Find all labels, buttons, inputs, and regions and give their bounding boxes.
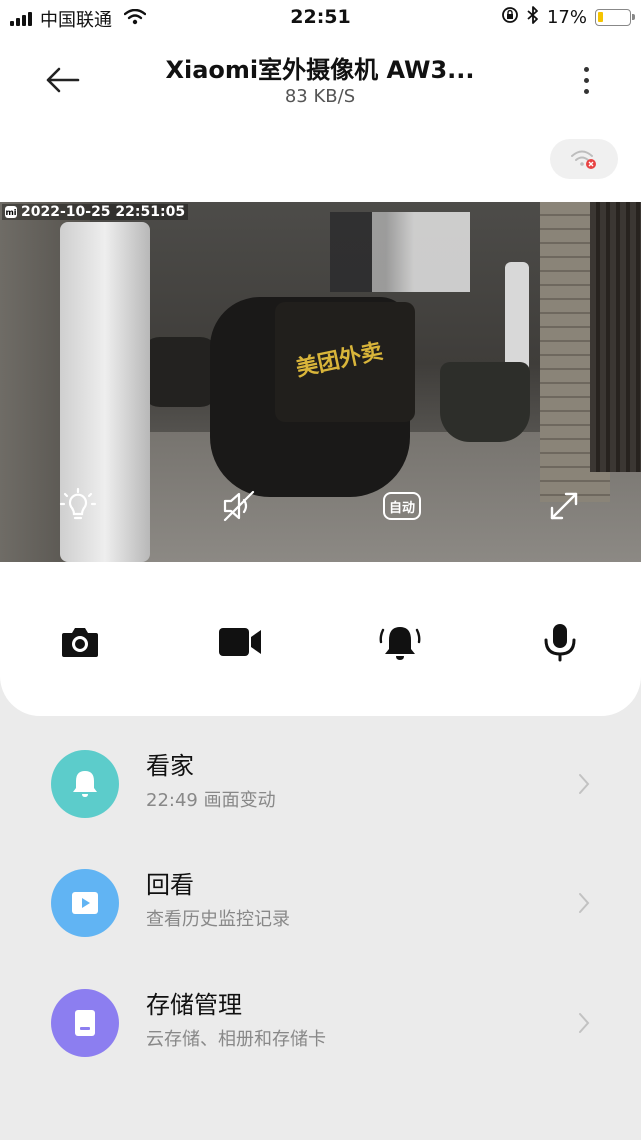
list-item-title: 回看 (146, 871, 194, 899)
storage-icon (75, 1010, 95, 1036)
fullscreen-button[interactable] (540, 482, 588, 530)
arrow-left-icon (46, 67, 80, 93)
lightbulb-icon (59, 487, 97, 520)
home-watch-badge (51, 750, 119, 818)
status-bar: 中国联通 22:51 17% (0, 0, 641, 38)
camera-icon (62, 628, 98, 657)
auto-mode-button[interactable]: 自动 (378, 482, 426, 530)
storage-badge (51, 989, 119, 1057)
more-vertical-icon (583, 66, 589, 72)
video-record-icon (219, 628, 261, 656)
delivery-box: 美团外卖 (275, 302, 415, 422)
top-panel: 中国联通 22:51 17% Xiaomi室外摄像机 AW3... 83 KB/… (0, 0, 641, 716)
snapshot-button[interactable] (50, 612, 110, 672)
record-button[interactable] (210, 612, 270, 672)
mi-logo-icon: mi (5, 206, 17, 218)
talk-button[interactable] (530, 612, 590, 672)
back-button[interactable] (40, 60, 84, 100)
bell-icon (73, 771, 97, 797)
fullscreen-icon (550, 492, 578, 520)
battery-percent: 17% (546, 7, 587, 28)
device-title: Xiaomi室外摄像机 AW3... (165, 56, 475, 84)
delivery-box-text: 美团外卖 (293, 339, 386, 382)
more-options-button[interactable] (574, 60, 598, 100)
wifi-error-icon (571, 150, 596, 169)
orientation-lock-icon (501, 6, 519, 29)
list-item-subtitle: 云存储、相册和存储卡 (146, 1029, 326, 1050)
chevron-right-icon (572, 1011, 596, 1035)
play-icon (72, 892, 98, 914)
list-item-title: 存储管理 (146, 991, 242, 1019)
alarm-bell-icon (379, 627, 421, 660)
bluetooth-icon (527, 6, 539, 29)
mute-icon (223, 490, 255, 522)
chevron-right-icon (572, 772, 596, 796)
list-item-subtitle: 查看历史监控记录 (146, 909, 290, 930)
microphone-icon (544, 624, 576, 662)
chevron-right-icon (572, 891, 596, 915)
camera-live-feed[interactable]: 美团外卖 mi 2022-10-25 22:51:05 自动 (0, 202, 641, 562)
playback-badge (51, 869, 119, 937)
list-item-subtitle: 22:49 画面变动 (146, 790, 276, 811)
camera-action-bar (0, 612, 641, 672)
bitrate-label: 83 KB/S (284, 86, 356, 107)
list-item-playback[interactable]: 回看 查看历史监控记录 (0, 853, 641, 953)
night-light-button[interactable] (54, 482, 102, 530)
alarm-button[interactable] (370, 612, 430, 672)
auto-mode-icon: 自动 (383, 492, 421, 520)
list-item-home-watch[interactable]: 看家 22:49 画面变动 (0, 734, 641, 834)
battery-icon (595, 9, 635, 26)
list-item-title: 看家 (146, 752, 194, 780)
mute-button[interactable] (215, 482, 263, 530)
video-timestamp: mi 2022-10-25 22:51:05 (2, 204, 189, 220)
list-item-storage[interactable]: 存储管理 云存储、相册和存储卡 (0, 973, 641, 1073)
network-status-button[interactable] (550, 139, 618, 179)
